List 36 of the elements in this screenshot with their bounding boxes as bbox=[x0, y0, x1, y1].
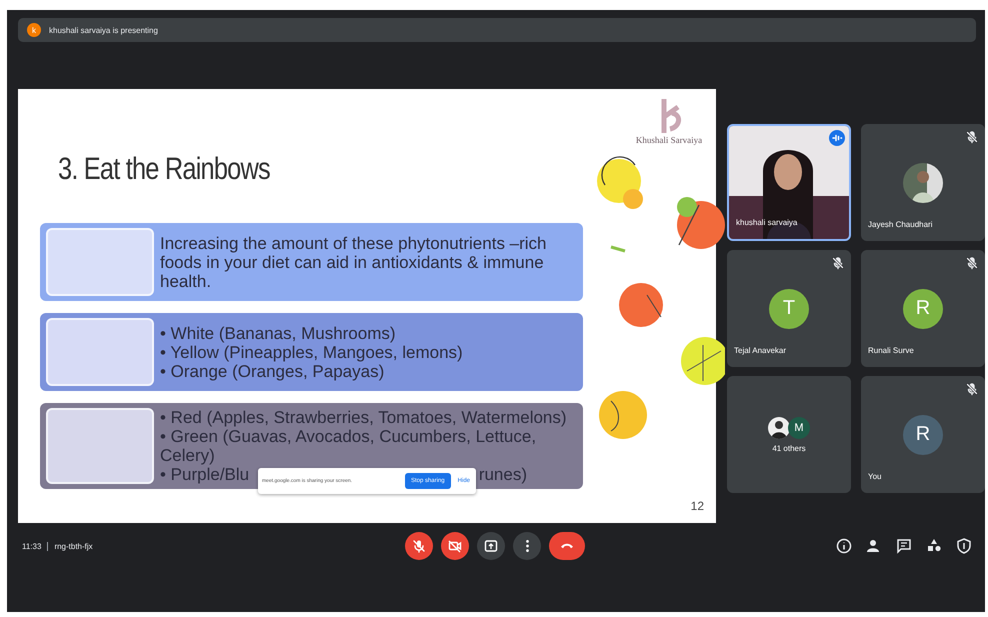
speaking-indicator-icon bbox=[829, 130, 845, 146]
hang-up-icon bbox=[561, 543, 573, 549]
shield-icon[interactable] bbox=[955, 537, 973, 555]
microphone-button[interactable] bbox=[405, 532, 433, 560]
hang-up-button[interactable] bbox=[549, 532, 585, 560]
more-options-button[interactable] bbox=[513, 532, 541, 560]
more-options-icon bbox=[526, 540, 528, 552]
slide-text: • Red (Apples, Strawberries, Tomatoes, Watermelons) bbox=[160, 408, 568, 427]
participant-name: Jayesh Chaudhari bbox=[868, 220, 932, 229]
slide-title: 3. Eat the Rainbows bbox=[58, 151, 270, 187]
avatar: T bbox=[769, 288, 809, 328]
logo-text: Khushali Sarvaiya bbox=[636, 135, 702, 145]
present-button[interactable] bbox=[477, 532, 505, 560]
participant-name: khushali sarvaiya bbox=[736, 218, 798, 227]
slide-text: • Orange (Oranges, Papayas) bbox=[160, 362, 386, 380]
camera-button[interactable] bbox=[441, 532, 469, 560]
slide-text: • Yellow (Pineapples, Mangoes, lemons) bbox=[160, 342, 463, 362]
chat-icon[interactable] bbox=[895, 537, 913, 555]
participant-name: You bbox=[868, 472, 882, 481]
info-icon[interactable] bbox=[835, 537, 853, 555]
slide-number: 12 bbox=[690, 499, 704, 513]
clock-time: 11:33 bbox=[22, 542, 42, 550]
avatar: R bbox=[903, 288, 943, 328]
slide-text: Increasing the amount of these phytonutrients –rich foods in your diet can aid in antioxidants & immune health. bbox=[160, 234, 548, 290]
presenter-avatar: k bbox=[27, 23, 41, 37]
slide-text: • Green (Guavas, Avocados, Cucumbers, Lettuce, Celery) bbox=[160, 427, 538, 465]
meeting-code: rng-tbth-fjx bbox=[54, 542, 93, 550]
participant-name: Tejal Anavekar bbox=[734, 346, 786, 355]
slide-text: runes) bbox=[478, 465, 527, 484]
slide-text: • Purple/Blu bbox=[160, 465, 250, 484]
others-count: 41 others bbox=[772, 444, 806, 452]
slide-text: • White (Bananas, Mushrooms) bbox=[160, 324, 397, 342]
presenting-text: khushali sarvaiya is presenting bbox=[49, 26, 158, 34]
participant-name: Runali Surve bbox=[868, 346, 914, 355]
avatar: R bbox=[903, 414, 943, 454]
avatar: M bbox=[788, 416, 810, 438]
